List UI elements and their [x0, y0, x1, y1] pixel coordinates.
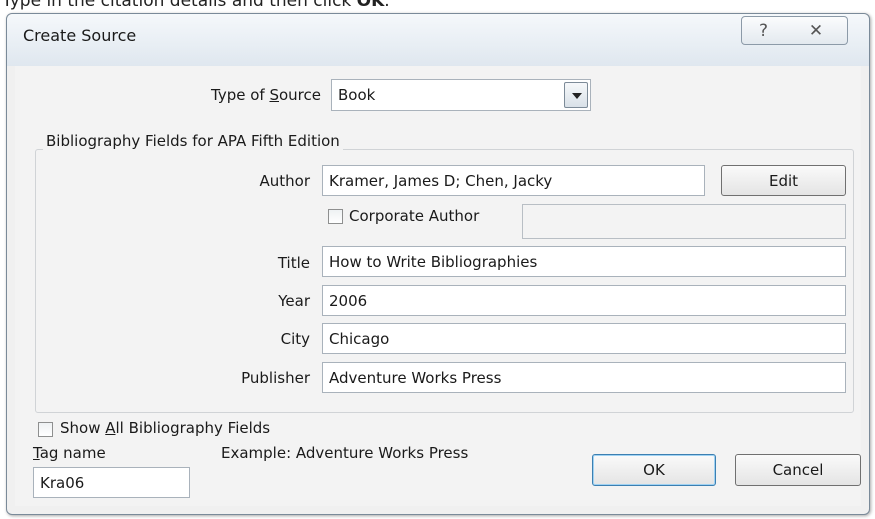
publisher-label: Publisher [241, 369, 310, 387]
year-field[interactable]: 2006 [322, 285, 846, 316]
corporate-author-checkbox[interactable] [328, 209, 343, 224]
title-bar: Create Source ? ✕ [7, 14, 869, 66]
chevron-down-icon[interactable] [564, 82, 588, 108]
example-text: Example: Adventure Works Press [221, 444, 469, 462]
type-of-source-label: Type of Source [211, 86, 321, 104]
create-source-dialog: Create Source ? ✕ Type of Source Book Bi… [6, 13, 870, 515]
help-icon: ? [758, 20, 769, 41]
city-field[interactable]: Chicago [322, 323, 846, 354]
type-of-source-value: Book [338, 86, 376, 104]
title-label: Title [277, 254, 310, 272]
author-label: Author [259, 172, 310, 190]
cancel-button[interactable]: Cancel [735, 454, 861, 486]
help-button[interactable]: ? [741, 16, 786, 45]
ok-button[interactable]: OK [592, 454, 716, 486]
dialog-title: Create Source [23, 26, 137, 45]
group-label: Bibliography Fields for APA Fifth Editio… [43, 132, 343, 150]
author-field[interactable]: Kramer, James D; Chen, Jacky [322, 165, 705, 196]
corporate-author-field[interactable] [522, 204, 846, 239]
show-all-fields-checkbox[interactable] [38, 422, 53, 437]
year-label: Year [278, 292, 310, 310]
tag-name-field[interactable]: Kra06 [33, 467, 190, 498]
close-icon: ✕ [808, 20, 824, 41]
instruction-text: Type in the citation details and then cl… [2, 0, 390, 11]
dialog-content: Type of Source Book Bibliography Fields … [15, 66, 861, 506]
edit-button[interactable]: Edit [721, 165, 846, 196]
publisher-field[interactable]: Adventure Works Press [322, 362, 846, 393]
show-all-fields-label: Show All Bibliography Fields [60, 419, 271, 437]
corporate-author-label: Corporate Author [349, 207, 480, 225]
title-field[interactable]: How to Write Bibliographies [322, 246, 846, 277]
close-button[interactable]: ✕ [785, 16, 848, 45]
type-of-source-dropdown[interactable]: Book [331, 79, 591, 111]
city-label: City [280, 330, 310, 348]
tag-name-label: Tag name [33, 444, 106, 462]
